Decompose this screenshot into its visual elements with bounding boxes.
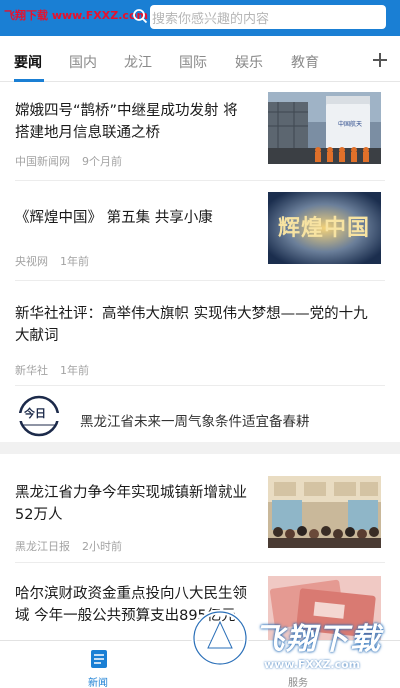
tab-entertainment[interactable]: 娱乐: [235, 52, 263, 72]
section-separator: [0, 442, 400, 454]
watermark-bottom-right: 飞翔下载 www.FXXZ.com: [190, 608, 400, 680]
thumb-caption: 辉煌中国: [278, 215, 371, 241]
search-placeholder: 搜索你感兴趣的内容: [152, 12, 270, 27]
tab-international[interactable]: 国际: [179, 52, 207, 72]
article-title[interactable]: 《辉煌中国》 第五集 共享小康: [15, 207, 213, 229]
article-time: 1年前: [60, 255, 89, 268]
article-title[interactable]: 黑龙江省力争今年实现城镇新增就业 52万人: [15, 482, 247, 526]
divider: [15, 562, 385, 563]
watermark-url-text: www.FXXZ.com: [264, 658, 361, 671]
jinri-logo-icon: 今日: [18, 395, 60, 437]
svg-text:中国航天: 中国航天: [338, 120, 362, 128]
article-meta: 新华社 1年前: [15, 362, 89, 378]
divider: [15, 280, 385, 281]
watermark-logo-icon: [191, 609, 249, 667]
top-bar: 飞翔下载 www.FXXZ.com 搜索你感兴趣的内容: [0, 0, 400, 36]
logo-text: 今日: [23, 406, 46, 420]
job-fair-thumbnail[interactable]: [268, 476, 381, 548]
glorious-china-thumbnail[interactable]: 辉煌中国: [268, 192, 381, 264]
search-icon[interactable]: [132, 8, 148, 24]
article-time: 1年前: [60, 364, 89, 377]
article-time: 2小时前: [82, 540, 122, 553]
article-meta: 央视网 1年前: [15, 253, 89, 269]
category-tabs: 要闻 国内 龙江 国际 娱乐 教育: [0, 36, 400, 82]
news-icon[interactable]: [90, 649, 108, 669]
weather-forecast-link[interactable]: 黑龙江省未来一周气象条件适宜备春耕: [80, 410, 310, 430]
divider: [15, 385, 385, 386]
article-title[interactable]: 嫦娥四号“鹊桥”中继星成功发射 将 搭建地月信息联通之桥: [15, 100, 238, 144]
rocket-launch-thumbnail[interactable]: 中国航天: [268, 92, 381, 164]
tab-education[interactable]: 教育: [291, 52, 319, 72]
active-tab-indicator: [14, 79, 44, 82]
tab-headlines[interactable]: 要闻: [14, 52, 42, 72]
article-source: 黑龙江日报: [15, 540, 70, 553]
article-source: 中国新闻网: [15, 155, 70, 168]
article-time: 9个月前: [82, 155, 122, 168]
article-source: 央视网: [15, 255, 48, 268]
article-meta: 黑龙江日报 2小时前: [15, 538, 122, 554]
watermark-main-text: 飞翔下载: [254, 622, 382, 657]
divider: [15, 180, 385, 181]
tab-domestic[interactable]: 国内: [69, 52, 97, 72]
article-source: 新华社: [15, 364, 48, 377]
article-meta: 中国新闻网 9个月前: [15, 153, 122, 169]
nav-news-label[interactable]: 新闻: [88, 674, 108, 688]
watermark-top-left: 飞翔下载 www.FXXZ.com: [4, 9, 148, 22]
tab-longjiang[interactable]: 龙江: [124, 52, 152, 72]
add-tab-plus-icon[interactable]: [370, 50, 390, 70]
article-title[interactable]: 新华社社评：高举伟大旗帜 实现伟大梦想——党的十九 大献词: [15, 303, 385, 347]
